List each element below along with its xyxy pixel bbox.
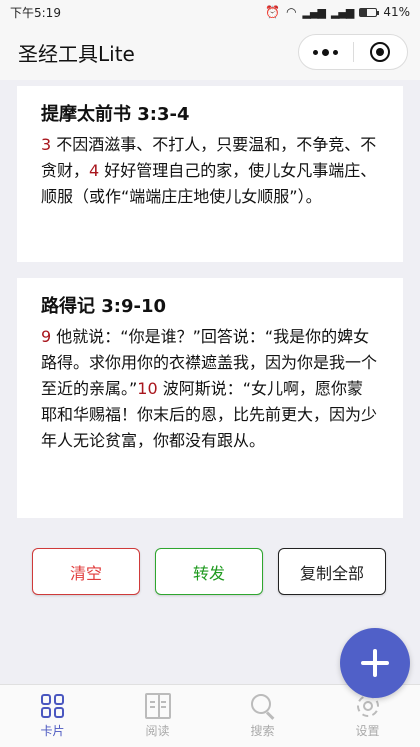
tab-label: 阅读 [145, 724, 170, 738]
plus-icon [361, 649, 389, 677]
tab-cards[interactable]: 卡片 [0, 685, 105, 747]
nav-bar: 圣经工具Lite [0, 24, 420, 80]
cards-icon [40, 693, 66, 719]
tab-label: 搜索 [250, 724, 275, 738]
search-icon [250, 693, 276, 719]
tab-label: 设置 [355, 724, 380, 738]
tab-label: 卡片 [40, 724, 65, 738]
more-dots-icon [313, 48, 339, 56]
close-miniprogram-button[interactable] [354, 35, 408, 69]
page-title: 圣经工具Lite [18, 41, 135, 66]
verse-text: 9 他就说：“你是谁？”回答说：“我是你的婢女路得。求你用你的衣襟遮盖我，因为你… [41, 324, 379, 454]
verse-number: 3 [41, 135, 52, 154]
tab-search[interactable]: 搜索 [210, 685, 315, 747]
verse-reference: 提摩太前书 3:3-4 [41, 104, 190, 125]
battery-percent: 41% [383, 5, 410, 19]
signal-icon-2: ▂▄▆ [330, 5, 354, 19]
forward-button[interactable]: 转发 [155, 548, 263, 595]
verse-reference: 路得记 3:9-10 [41, 296, 167, 317]
battery-icon [359, 7, 380, 17]
verse-number: 9 [41, 327, 52, 346]
copy-all-button[interactable]: 复制全部 [278, 548, 386, 595]
miniprogram-capsule [298, 34, 408, 70]
status-bar: 下午5:19 ⏰ ◠ ▂▄▆ ▂▄▆ 41% [0, 0, 420, 24]
signal-icon: ▂▄▆ [302, 5, 326, 19]
tab-read[interactable]: 阅读 [105, 685, 210, 747]
wifi-icon: ◠ [286, 5, 297, 19]
verse-text: 3 不因酒滋事、不打人，只要温和，不争竞、不贪财，4 好好管理自己的家，使儿女凡… [41, 132, 379, 210]
verse-card[interactable]: 提摩太前书 3:3-4 3 不因酒滋事、不打人，只要温和，不争竞、不贪财，4 好… [17, 86, 403, 262]
battery-fill [360, 8, 367, 16]
more-button[interactable] [299, 35, 353, 69]
status-time: 下午5:19 [10, 5, 61, 20]
status-icons: ⏰ ◠ ▂▄▆ ▂▄▆ 41% [265, 5, 410, 19]
verse-number: 4 [89, 161, 100, 180]
book-icon [144, 693, 171, 719]
target-icon [370, 42, 391, 62]
verse-card[interactable]: 路得记 3:9-10 9 他就说：“你是谁？”回答说：“我是你的婢女路得。求你用… [17, 278, 403, 518]
clear-button[interactable]: 清空 [32, 548, 140, 595]
add-card-button[interactable] [340, 628, 410, 698]
alarm-icon: ⏰ [265, 5, 281, 19]
verse-number: 10 [137, 379, 158, 398]
